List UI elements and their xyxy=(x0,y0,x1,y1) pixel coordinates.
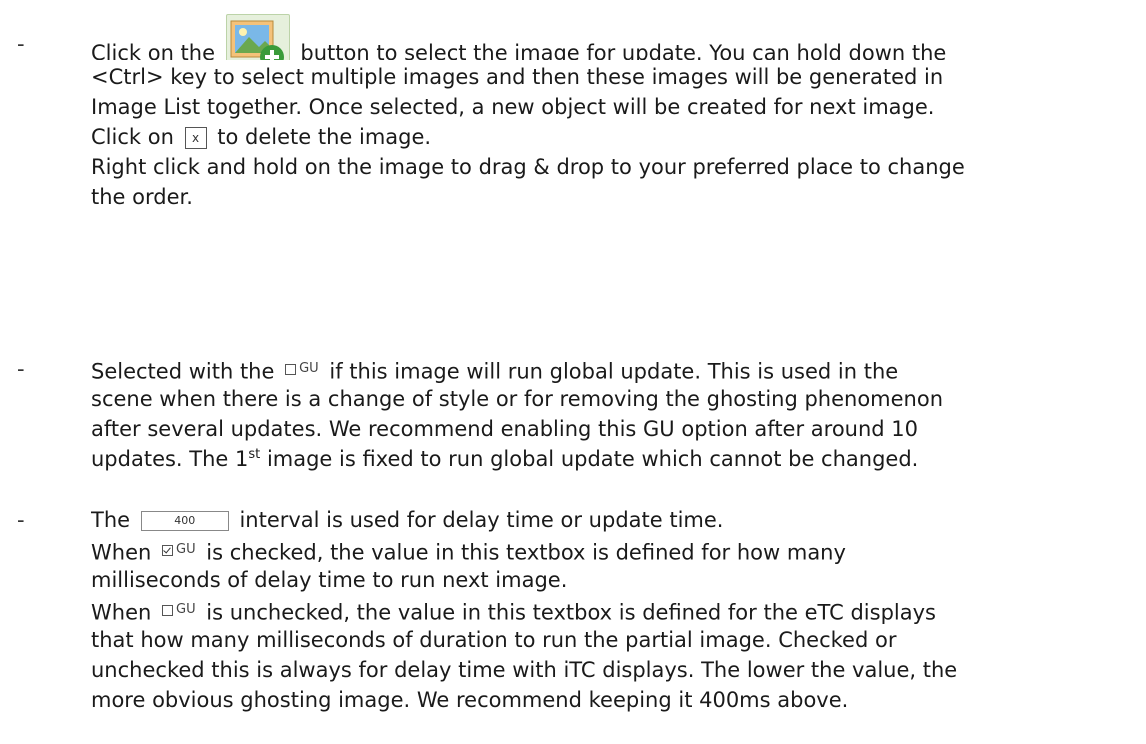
text-line: the order. xyxy=(91,185,193,209)
gu-label: GU xyxy=(299,361,319,376)
text-line: When GU is unchecked, the value in this … xyxy=(91,595,1129,625)
checkbox-square-icon xyxy=(285,363,297,375)
text-line: Image List together. Once selected, a ne… xyxy=(91,95,935,119)
text-line: more obvious ghosting image. We recommen… xyxy=(91,688,849,712)
text-segment: When xyxy=(91,600,152,625)
image-add-icon xyxy=(225,14,290,60)
text-line: after several updates. We recommend enab… xyxy=(91,417,919,441)
text-line: updates. The 1st image is fixed to run g… xyxy=(91,444,1129,474)
ordinal-superscript: st xyxy=(248,447,261,462)
checkbox-checked-icon xyxy=(162,544,173,556)
text-segment: to delete the image. xyxy=(217,125,432,149)
text-line: scene when there is a change of style or… xyxy=(91,387,944,411)
bullet-dash: - xyxy=(17,32,25,56)
text-line: <Ctrl> key to select multiple images and… xyxy=(91,65,944,89)
text-segment: button to select the image for update. Y… xyxy=(300,41,947,60)
bullet-dash: - xyxy=(17,508,25,532)
text-segment: When xyxy=(91,540,152,565)
bullet-dash: - xyxy=(17,357,25,381)
text-line: unchecked this is always for delay time … xyxy=(91,658,958,682)
bullet-body: The 400 interval is used for delay time … xyxy=(91,505,1129,715)
text-segment: is unchecked, the value in this textbox … xyxy=(206,600,936,625)
text-segment: updates. The 1 xyxy=(91,447,249,471)
text-line: milliseconds of delay time to run next i… xyxy=(91,568,568,592)
text-segment: image is fixed to run global update whic… xyxy=(260,447,919,471)
delete-x-box: x xyxy=(184,127,207,149)
text-segment: Selected with the xyxy=(91,359,275,384)
gu-checkbox-unchecked: GU xyxy=(162,595,196,625)
bullet-body: Selected with the GU if this image will … xyxy=(91,354,1129,474)
gu-checkbox-checked: GU xyxy=(162,535,196,565)
text-line: Click on the button to select the image … xyxy=(91,14,1129,60)
text-line: When GU is checked, the value in this te… xyxy=(91,535,1129,565)
gu-label: GU xyxy=(176,602,196,617)
text-segment: Click on the xyxy=(91,41,216,60)
gu-label: GU xyxy=(176,542,196,557)
checkbox-square-icon xyxy=(162,604,173,616)
text-line: Right click and hold on the image to dra… xyxy=(91,155,965,179)
text-segment: if this image will run global update. Th… xyxy=(329,359,899,384)
bullet-body: Click on the button to select the image … xyxy=(91,14,1129,212)
text-segment: The xyxy=(91,508,131,532)
gu-checkbox-unchecked: GU xyxy=(285,354,319,384)
text-line: Selected with the GU if this image will … xyxy=(91,354,1129,384)
text-line: that how many milliseconds of duration t… xyxy=(91,628,897,652)
text-segment: is checked, the value in this textbox is… xyxy=(206,540,846,565)
text-segment: interval is used for delay time or updat… xyxy=(239,508,724,532)
text-line: The 400 interval is used for delay time … xyxy=(91,505,1129,535)
text-line: Click on x to delete the image. xyxy=(91,122,1129,152)
interval-textbox: 400 xyxy=(140,511,229,531)
text-segment: Click on xyxy=(91,125,174,149)
